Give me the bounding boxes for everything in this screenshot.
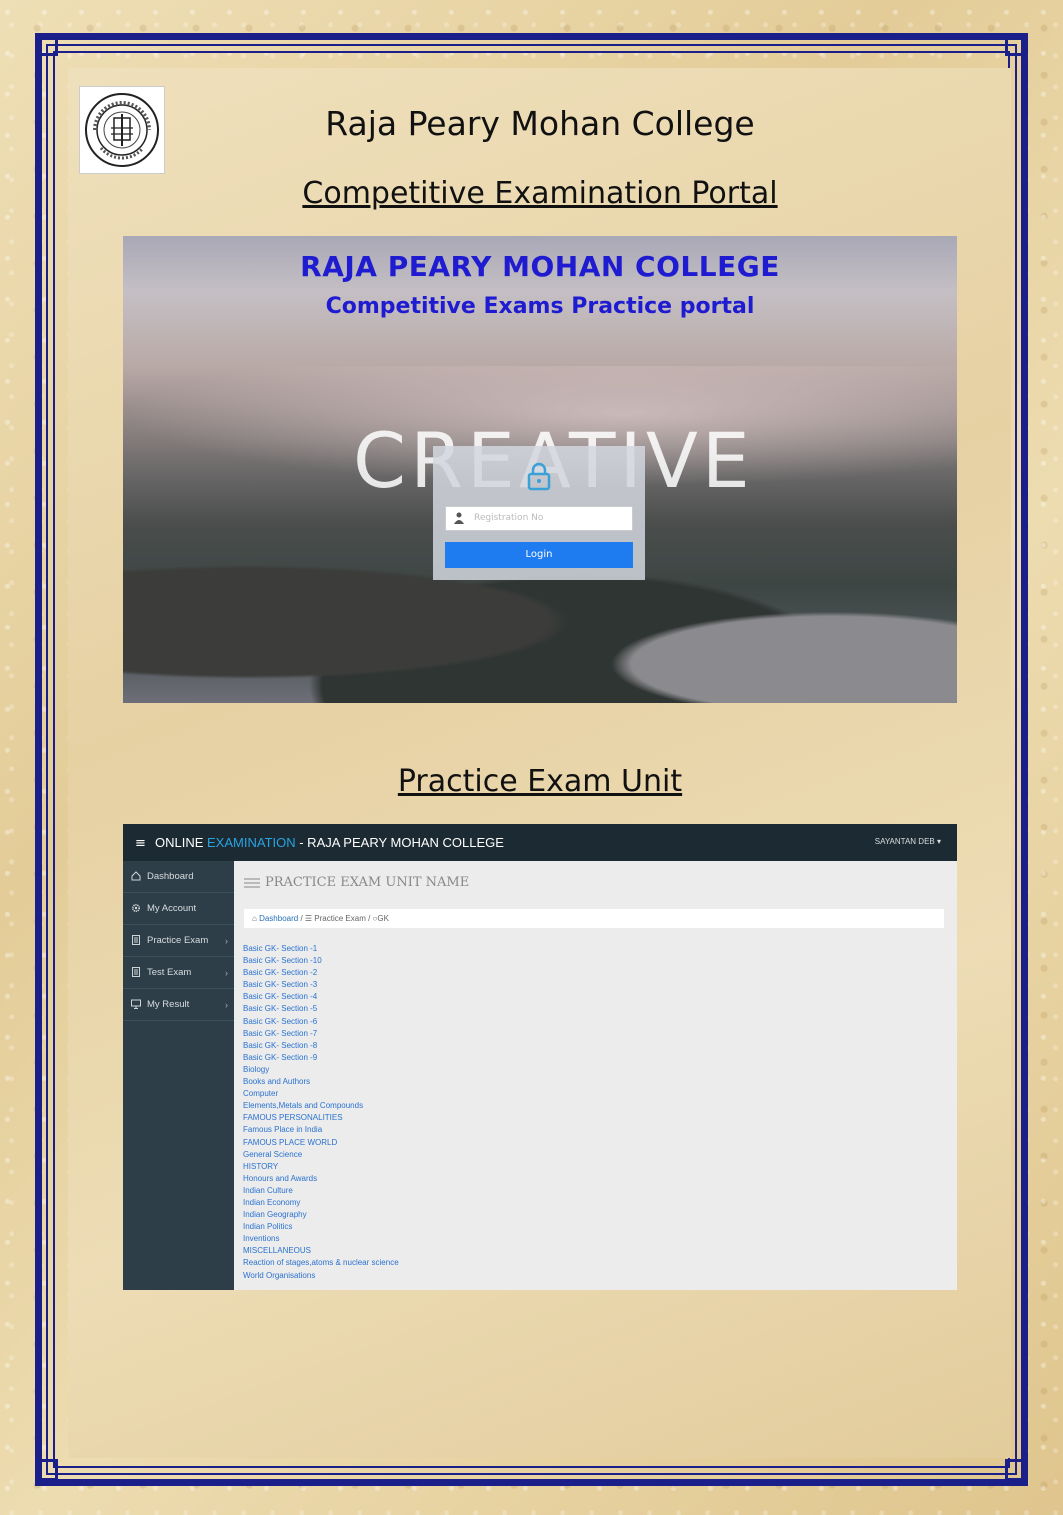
exam-unit-link[interactable]: HISTORY	[243, 1161, 399, 1173]
exam-unit-link[interactable]: Reaction of stages,atoms & nuclear scien…	[243, 1257, 399, 1269]
app-title-accent: EXAMINATION	[207, 835, 296, 850]
sidebar-item-label: Practice Exam	[147, 935, 209, 946]
registration-placeholder: Registration No	[474, 513, 544, 523]
page-heading-text: PRACTICE EXAM UNIT NAME	[265, 875, 470, 890]
exam-unit-link[interactable]: Basic GK- Section -5	[243, 1003, 399, 1015]
exam-unit-link[interactable]: Basic GK- Section -7	[243, 1028, 399, 1040]
page-heading: PRACTICE EXAM UNIT NAME	[244, 875, 469, 890]
breadcrumb-separator: /	[298, 914, 305, 923]
page-title: Raja Peary Mohan College	[325, 104, 755, 143]
exam-unit-link[interactable]: Indian Economy	[243, 1197, 399, 1209]
exam-unit-link[interactable]: Famous Place in India	[243, 1124, 399, 1136]
list-icon: ☰	[304, 914, 315, 923]
exam-unit-link[interactable]: Books and Authors	[243, 1076, 399, 1088]
menu-icon[interactable]: ≡	[135, 836, 146, 851]
list-icon	[244, 877, 260, 888]
chevron-right-icon: ›	[225, 936, 228, 946]
exam-unit-link[interactable]: General Science	[243, 1149, 399, 1161]
sidebar-item-dashboard[interactable]: Dashboard	[123, 861, 234, 893]
app-title: ONLINE EXAMINATION - RAJA PEARY MOHAN CO…	[155, 835, 504, 850]
exam-unit-link[interactable]: Basic GK- Section -8	[243, 1040, 399, 1052]
login-box: Registration No Login	[433, 446, 645, 580]
app-title-part1: ONLINE	[155, 835, 208, 850]
sidebar-item-test-exam[interactable]: Test Exam ›	[123, 957, 234, 989]
login-screenshot: RAJA PEARY MOHAN COLLEGE Competitive Exa…	[123, 236, 957, 703]
registration-input[interactable]: Registration No	[445, 506, 633, 531]
gear-icon	[131, 903, 141, 913]
document-icon	[132, 935, 140, 945]
chevron-right-icon: ›	[225, 968, 228, 978]
exam-unit-link[interactable]: Honours and Awards	[243, 1173, 399, 1185]
document-icon	[132, 967, 140, 977]
exam-unit-link[interactable]: Indian Culture	[243, 1185, 399, 1197]
user-name: SAYANTAN DEB	[874, 837, 935, 846]
chevron-right-icon: ›	[225, 1000, 228, 1010]
exam-unit-link[interactable]: Computer	[243, 1088, 399, 1100]
exam-unit-link[interactable]: FAMOUS PLACE WORLD	[243, 1137, 399, 1149]
sidebar-item-label: Test Exam	[147, 967, 192, 978]
breadcrumb-current: GK	[377, 914, 389, 923]
user-menu[interactable]: SAYANTAN DEB ▾	[875, 837, 941, 846]
exam-unit-link[interactable]: Indian Politics	[243, 1221, 399, 1233]
college-logo	[79, 86, 165, 174]
exam-unit-link[interactable]: Basic GK- Section -3	[243, 979, 399, 991]
border-corner	[1005, 1459, 1027, 1481]
home-icon: ⌂	[252, 914, 257, 923]
app-title-part2: - RAJA PEARY MOHAN COLLEGE	[295, 835, 504, 850]
breadcrumb-separator: /	[365, 914, 373, 923]
exam-unit-link[interactable]: FAMOUS PERSONALITIES	[243, 1112, 399, 1124]
lock-icon	[527, 462, 551, 491]
breadcrumb-dashboard[interactable]: Dashboard	[259, 914, 298, 923]
breadcrumb: ⌂ Dashboard / ☰ Practice Exam / ○GK	[244, 909, 944, 928]
main-content: PRACTICE EXAM UNIT NAME ⌂ Dashboard / ☰ …	[234, 861, 957, 1290]
exam-unit-list: Basic GK- Section -1 Basic GK- Section -1…	[243, 943, 399, 1282]
breadcrumb-practice-exam[interactable]: Practice Exam	[314, 914, 366, 923]
border-corner	[36, 1459, 58, 1481]
exam-unit-link[interactable]: Basic GK- Section -4	[243, 991, 399, 1003]
exam-unit-link[interactable]: Indian Geography	[243, 1209, 399, 1221]
exam-unit-link[interactable]: Basic GK- Section -10	[243, 955, 399, 967]
college-seal-icon	[85, 93, 159, 167]
practice-exam-screenshot: ≡ ONLINE EXAMINATION - RAJA PEARY MOHAN …	[123, 824, 957, 1290]
login-heading: RAJA PEARY MOHAN COLLEGE	[300, 250, 780, 283]
sidebar-item-label: My Account	[147, 903, 197, 914]
sidebar-item-label: Dashboard	[147, 871, 194, 882]
sidebar-item-practice-exam[interactable]: Practice Exam ›	[123, 925, 234, 957]
login-button[interactable]: Login	[445, 542, 633, 568]
caret-down-icon: ▾	[936, 837, 941, 846]
sidebar-item-label: My Result	[147, 999, 190, 1010]
exam-unit-link[interactable]: MISCELLANEOUS	[243, 1245, 399, 1257]
user-icon	[454, 512, 464, 524]
page-subtitle: Competitive Examination Portal	[302, 176, 778, 211]
sidebar-item-my-result[interactable]: My Result ›	[123, 989, 234, 1021]
home-icon	[131, 871, 141, 881]
exam-unit-link[interactable]: Basic GK- Section -2	[243, 967, 399, 979]
monitor-icon	[131, 999, 141, 1009]
exam-unit-link[interactable]: Basic GK- Section -6	[243, 1016, 399, 1028]
login-subheading: Competitive Exams Practice portal	[325, 294, 755, 319]
exam-unit-link[interactable]: World Organisations	[243, 1270, 399, 1282]
exam-unit-link[interactable]: Basic GK- Section -1	[243, 943, 399, 955]
exam-unit-link[interactable]: Inventions	[243, 1233, 399, 1245]
exam-unit-link[interactable]: Biology	[243, 1064, 399, 1076]
exam-unit-link[interactable]: Elements,Metals and Compounds	[243, 1100, 399, 1112]
sidebar-item-my-account[interactable]: My Account	[123, 893, 234, 925]
border-corner	[36, 34, 58, 56]
border-corner	[1005, 34, 1027, 56]
exam-unit-link[interactable]: Basic GK- Section -9	[243, 1052, 399, 1064]
section-title: Practice Exam Unit	[397, 764, 683, 799]
app-topbar: ≡ ONLINE EXAMINATION - RAJA PEARY MOHAN …	[123, 824, 957, 861]
sidebar: Dashboard My Account Practice Exam › Tes…	[123, 861, 234, 1290]
